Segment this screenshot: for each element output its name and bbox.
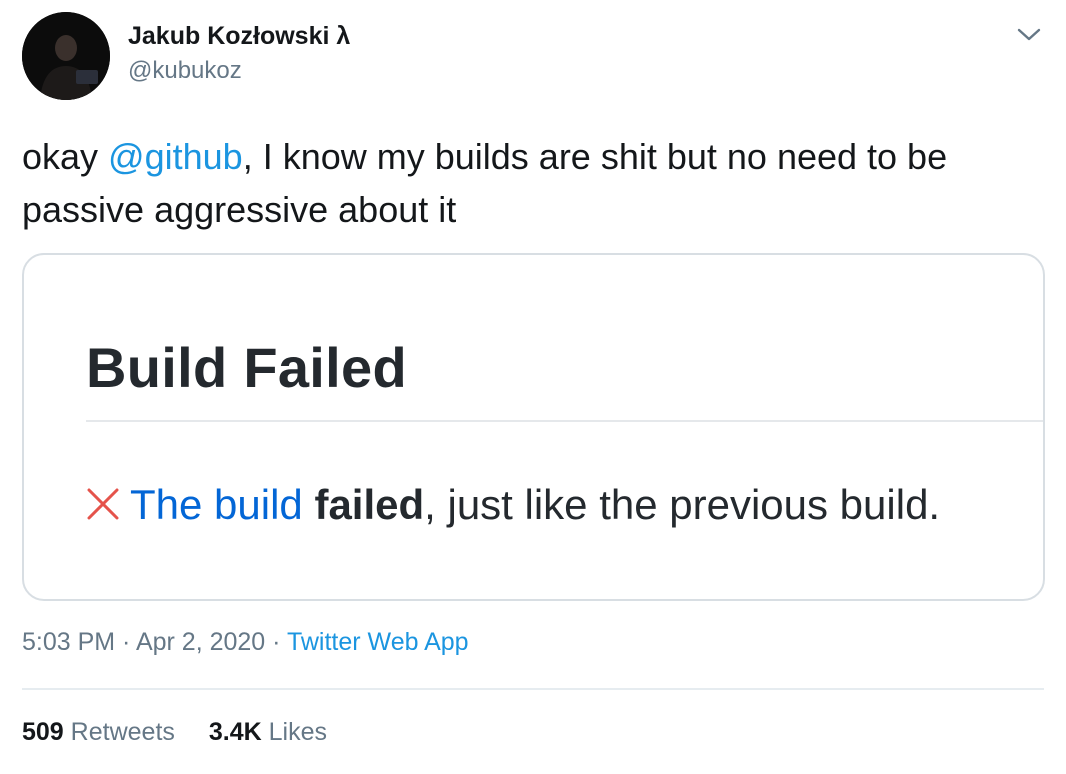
attached-image[interactable]: Build Failed The build failed, just like… [22, 253, 1045, 601]
divider [22, 688, 1044, 690]
likes-label: Likes [268, 718, 328, 746]
author-display-name[interactable]: Jakub Kozłowski λ [128, 22, 350, 51]
tweet-date[interactable]: Apr 2, 2020 [136, 628, 265, 656]
meta-separator: · [115, 628, 136, 656]
tweet-menu-button[interactable] [1012, 18, 1046, 52]
card-message: The build failed, just like the previous… [84, 481, 940, 529]
tweet-text: okay @github, I know my builds are shit … [22, 130, 1052, 236]
tweet-stats: 509 Retweets 3.4K Likes [22, 718, 361, 747]
avatar-image [22, 12, 110, 100]
mention-link[interactable]: @github [108, 136, 243, 177]
likes-stat[interactable]: 3.4K Likes [209, 718, 327, 747]
build-link: The build [130, 481, 303, 528]
tweet-time[interactable]: 5:03 PM [22, 628, 115, 656]
x-icon [87, 488, 119, 520]
tweet-text-start: okay [22, 136, 109, 177]
card-heading: Build Failed [86, 336, 407, 399]
card-divider [86, 420, 1043, 422]
retweets-stat[interactable]: 509 Retweets [22, 718, 175, 747]
tweet-source-link[interactable]: Twitter Web App [287, 628, 469, 656]
chevron-down-icon [1017, 28, 1041, 41]
failed-text: failed [314, 481, 425, 528]
avatar[interactable] [22, 12, 110, 100]
meta-separator: · [265, 628, 287, 656]
tweet-metadata: 5:03 PM · Apr 2, 2020 · Twitter Web App [22, 628, 469, 657]
author-handle[interactable]: @kubukoz [128, 57, 242, 85]
retweets-label: Retweets [70, 718, 175, 746]
card-message-rest: , just like the previous build. [424, 481, 941, 528]
retweets-count: 509 [22, 718, 64, 746]
likes-count: 3.4K [208, 718, 262, 746]
